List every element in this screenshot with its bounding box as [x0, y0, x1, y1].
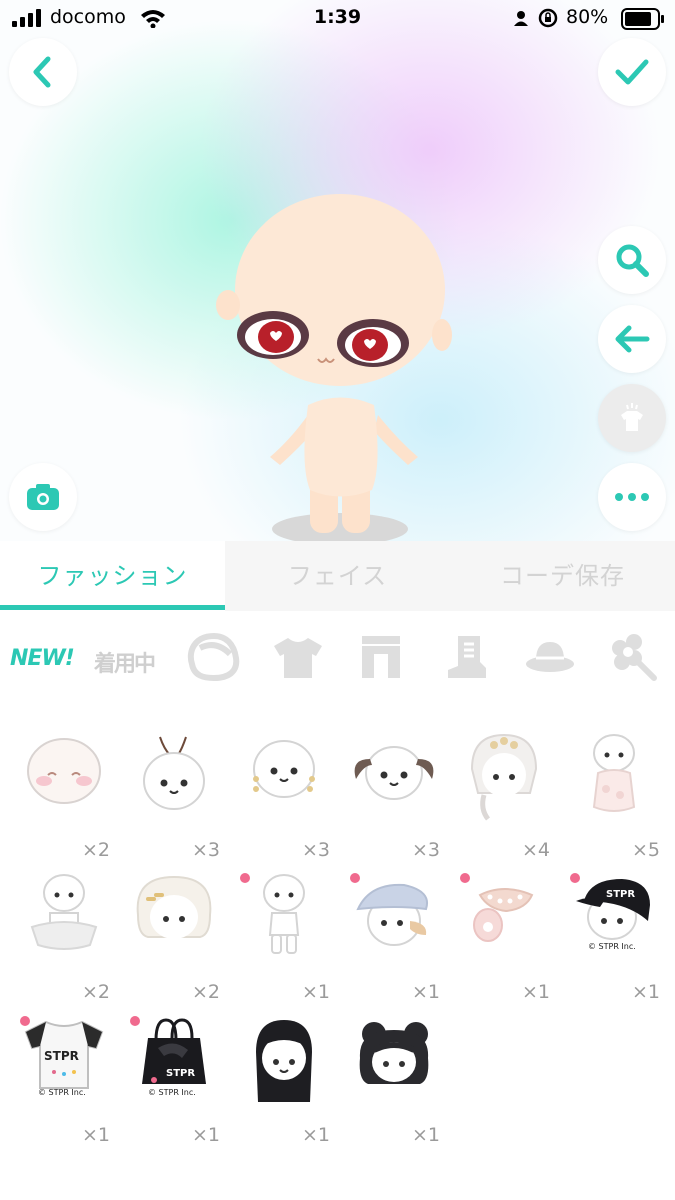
item-thumbnail: [143, 736, 205, 810]
item-count: ×4: [521, 839, 550, 861]
confirm-button[interactable]: [598, 38, 666, 106]
hat-icon: [526, 642, 574, 672]
item-count: ×1: [631, 981, 660, 1003]
item-frill-outfit[interactable]: ×5: [560, 723, 670, 863]
person-icon: [514, 11, 528, 26]
tab-face[interactable]: フェイス: [225, 541, 450, 611]
back-button[interactable]: [9, 38, 77, 106]
rotation-lock-icon: [538, 8, 558, 28]
item-thumbnail: [263, 874, 305, 954]
category-hair[interactable]: [186, 632, 256, 688]
item-count: ×2: [81, 981, 110, 1003]
category-wearing-label: 着用中: [94, 652, 156, 677]
copyright-label: © STPR Inc.: [588, 942, 636, 951]
tab-active-indicator: [0, 605, 225, 610]
item-count: ×3: [301, 839, 330, 861]
category-new-label: NEW!: [10, 646, 75, 671]
svg-text:STPR: STPR: [606, 889, 635, 900]
item-thumbnail: [354, 746, 434, 800]
avatar-stage: [0, 0, 675, 541]
item-count: ×1: [521, 981, 550, 1003]
item-thumbnail: [359, 1022, 429, 1084]
item-count: ×2: [81, 839, 110, 861]
item-thumbnail: [253, 740, 315, 798]
tab-bar: ファッション フェイス コーデ保存: [0, 541, 675, 611]
svg-text:STPR: STPR: [44, 1049, 79, 1063]
item-twin-tail-hair[interactable]: ×3: [340, 723, 450, 863]
item-curly-black-hair[interactable]: ×1: [340, 1008, 450, 1148]
item-count: ×1: [411, 981, 440, 1003]
shirt-sparkle-icon: [621, 403, 643, 431]
item-long-black-hair[interactable]: ×1: [230, 1008, 340, 1148]
camera-button[interactable]: [9, 463, 77, 531]
item-count: ×1: [411, 1124, 440, 1146]
item-stpr-tshirt[interactable]: STPR © STPR Inc. ×1: [10, 1008, 120, 1148]
svg-text:STPR: STPR: [166, 1068, 195, 1079]
item-white-body[interactable]: ×1: [230, 865, 340, 1005]
zoom-button[interactable]: [598, 226, 666, 294]
item-count: ×1: [301, 1124, 330, 1146]
category-bottoms[interactable]: [356, 632, 426, 688]
chevron-left-icon: [33, 56, 51, 88]
check-icon: [615, 59, 649, 85]
more-dots-icon: [615, 493, 649, 501]
item-count: ×3: [411, 839, 440, 861]
item-tutu-outfit[interactable]: ×2: [10, 865, 120, 1005]
item-thumbnail: [136, 875, 212, 939]
category-shoes[interactable]: [442, 632, 512, 688]
item-count: ×1: [191, 1124, 220, 1146]
tab-fashion[interactable]: ファッション: [0, 541, 225, 611]
item-blush-face[interactable]: ×2: [10, 723, 120, 863]
battery-percent: 80%: [566, 6, 609, 28]
copyright-label: © STPR Inc.: [38, 1088, 86, 1097]
hair-icon: [187, 632, 240, 682]
category-hats[interactable]: [524, 632, 594, 688]
category-accessories[interactable]: [606, 632, 675, 688]
item-thumbnail: [356, 883, 428, 946]
item-stpr-bag[interactable]: STPR © STPR Inc. ×1: [120, 1008, 230, 1148]
item-pearl-collar[interactable]: ×1: [450, 865, 560, 1005]
shoes-icon: [448, 636, 486, 678]
copyright-label: © STPR Inc.: [148, 1088, 196, 1097]
category-tops[interactable]: [270, 632, 340, 688]
item-flower-hair[interactable]: ×4: [450, 723, 560, 863]
item-count: ×1: [81, 1124, 110, 1146]
item-bob-hair-clips[interactable]: ×2: [120, 865, 230, 1005]
more-button[interactable]: [598, 463, 666, 531]
item-count: ×3: [191, 839, 220, 861]
item-thumbnail: [30, 874, 98, 950]
tab-saved-outfits[interactable]: コーデ保存: [450, 541, 675, 611]
item-count: ×1: [301, 981, 330, 1003]
item-thumbnail: [27, 738, 101, 804]
item-beret[interactable]: ×1: [340, 865, 450, 1005]
accessory-icon: [612, 634, 657, 681]
shirt-icon: [274, 638, 322, 678]
item-count: ×2: [191, 981, 220, 1003]
undo-button[interactable]: [598, 305, 666, 373]
item-count: ×5: [631, 839, 660, 861]
status-bar: docomo 1:39 80%: [0, 0, 675, 38]
avatar: [216, 194, 452, 541]
item-antenna-hair[interactable]: ×3: [120, 723, 230, 863]
item-earrings[interactable]: ×3: [230, 723, 340, 863]
item-stpr-cap[interactable]: STPR © STPR Inc. ×1: [560, 865, 670, 1005]
battery-icon: [621, 8, 664, 30]
outfit-toggle-button[interactable]: [598, 384, 666, 452]
search-icon: [616, 244, 649, 277]
category-new[interactable]: NEW!: [8, 632, 78, 688]
pants-icon: [362, 636, 400, 678]
category-wearing[interactable]: 着用中: [92, 632, 162, 688]
camera-icon: [27, 484, 59, 510]
arrow-left-icon: [615, 325, 650, 353]
item-thumbnail: [473, 888, 534, 942]
item-thumbnail: [470, 733, 538, 821]
item-thumbnail: [256, 1020, 312, 1102]
item-thumbnail: [592, 734, 636, 812]
